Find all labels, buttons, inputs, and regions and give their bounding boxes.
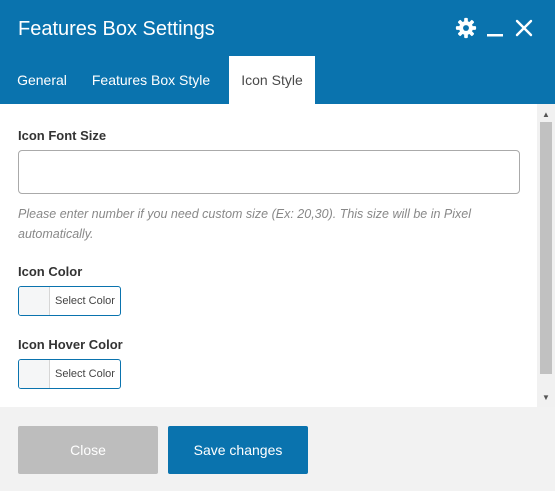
settings-dialog: Features Box Settings General Features B… <box>0 0 555 491</box>
icon-color-picker[interactable]: Select Color <box>18 286 121 316</box>
icon-hover-color-label: Icon Hover Color <box>18 337 123 352</box>
minimize-icon[interactable] <box>482 15 508 41</box>
scroll-down-arrow-icon[interactable]: ▼ <box>537 389 555 405</box>
gear-icon[interactable] <box>453 15 479 41</box>
icon-color-label: Icon Color <box>18 264 83 279</box>
content-scrollbar[interactable]: ▲ ▼ <box>537 104 555 407</box>
tab-icon-style[interactable]: Icon Style <box>229 56 315 104</box>
dialog-title: Features Box Settings <box>18 18 215 40</box>
tab-features-box-style[interactable]: Features Box Style <box>74 56 228 104</box>
tab-general[interactable]: General <box>0 56 74 104</box>
dialog-content: Icon Font Size Please enter number if yo… <box>0 104 537 407</box>
dialog-footer: Close Save changes <box>0 407 555 491</box>
header-controls <box>450 15 537 41</box>
font-size-label: Icon Font Size <box>18 128 107 143</box>
font-size-input[interactable] <box>18 150 520 194</box>
close-button[interactable]: Close <box>18 426 158 474</box>
icon-color-swatch <box>19 287 50 315</box>
tab-bar: General Features Box Style Icon Style <box>0 56 315 104</box>
scrollbar-thumb[interactable] <box>540 122 552 374</box>
close-icon[interactable] <box>511 15 537 41</box>
font-size-help-text: Please enter number if you need custom s… <box>18 207 471 241</box>
save-changes-button[interactable]: Save changes <box>168 426 308 474</box>
icon-hover-color-swatch <box>19 360 50 388</box>
icon-hover-color-picker[interactable]: Select Color <box>18 359 121 389</box>
dialog-header: Features Box Settings General Features B… <box>0 0 555 104</box>
icon-color-picker-label: Select Color <box>55 295 115 307</box>
icon-hover-color-picker-label: Select Color <box>55 368 115 380</box>
scroll-up-arrow-icon[interactable]: ▲ <box>537 106 555 122</box>
